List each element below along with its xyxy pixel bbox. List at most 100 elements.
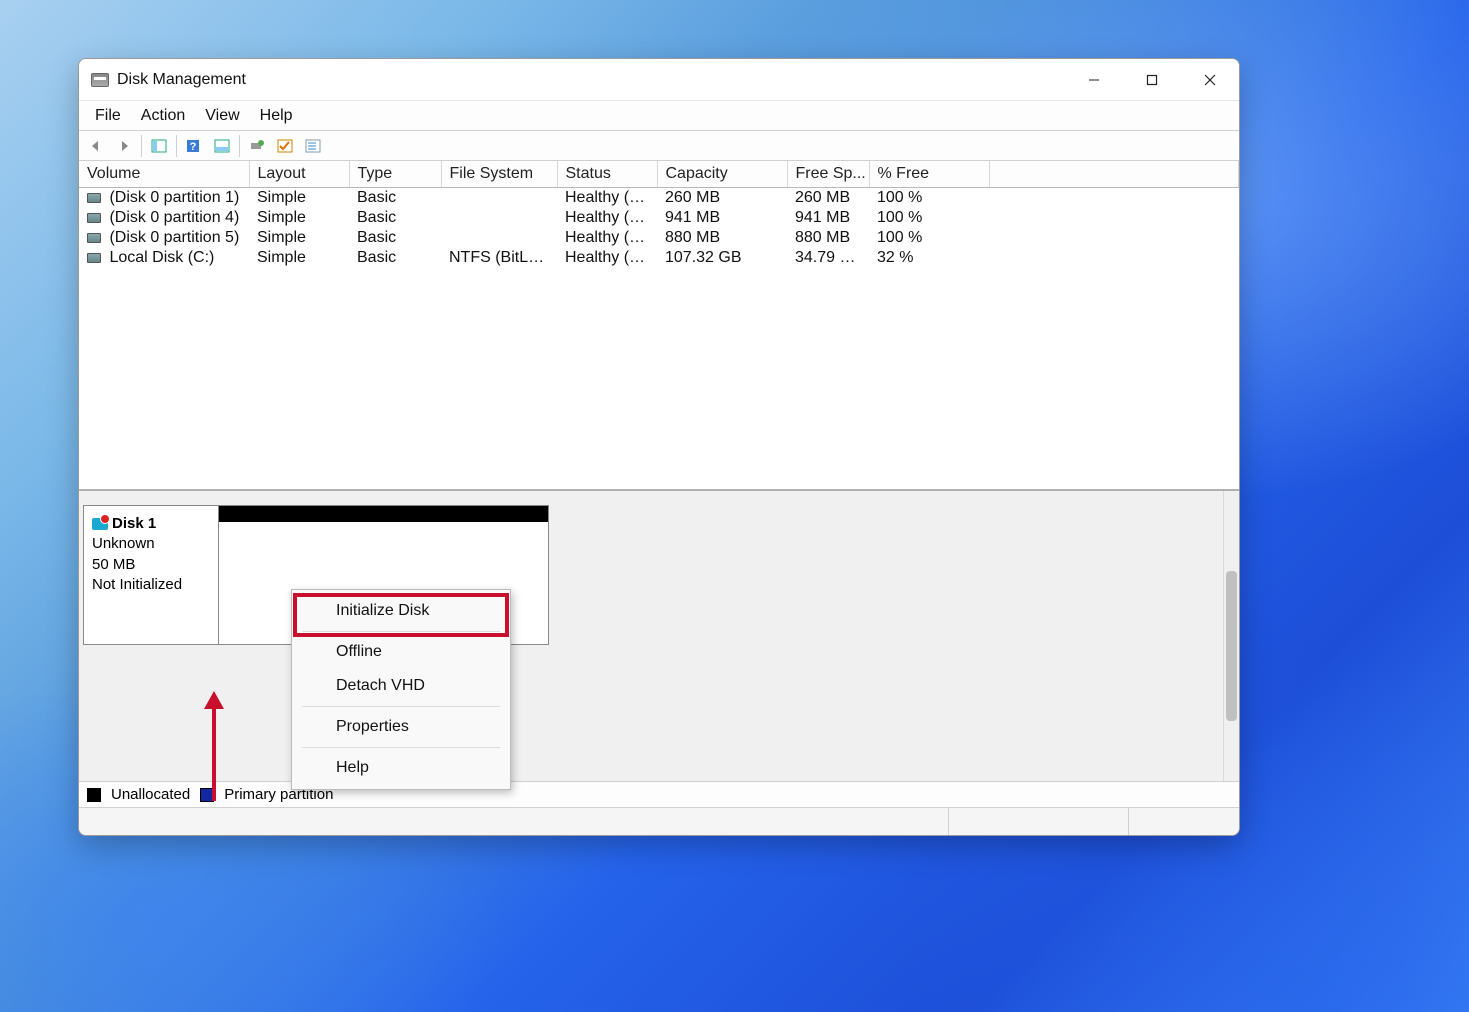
table-cell: Healthy (R... <box>557 208 657 228</box>
statusbar-cell <box>79 808 949 835</box>
table-cell: 880 MB <box>787 228 869 248</box>
menu-file[interactable]: File <box>85 103 131 129</box>
table-cell: NTFS (BitLo... <box>441 248 557 268</box>
table-row[interactable]: (Disk 0 partition 1)SimpleBasic Healthy (… <box>79 188 1239 209</box>
volume-list-pane[interactable]: VolumeLayoutTypeFile SystemStatusCapacit… <box>79 161 1239 491</box>
disk-management-window: Disk Management File Action View Help ? <box>78 58 1240 836</box>
forward-button[interactable] <box>111 134 137 158</box>
table-cell: 100 % <box>869 188 989 209</box>
table-cell: (Disk 0 partition 4) <box>79 208 249 228</box>
column-header[interactable]: Layout <box>249 161 349 188</box>
toolbar-separator <box>239 135 240 157</box>
legend-swatch-unallocated <box>87 788 101 802</box>
menubar: File Action View Help <box>79 101 1239 131</box>
menu-view[interactable]: View <box>195 103 249 129</box>
table-cell <box>989 248 1239 268</box>
statusbar-cell <box>949 808 1129 835</box>
context-menu-item-initialize-disk[interactable]: Initialize Disk <box>292 594 510 628</box>
column-header[interactable]: % Free <box>869 161 989 188</box>
disk-graphic-pane[interactable]: Disk 1 Unknown 50 MB Not Initialized <box>79 491 1239 781</box>
table-cell: Simple <box>249 208 349 228</box>
disk-status: Unknown <box>92 534 210 554</box>
context-menu-separator <box>302 706 500 707</box>
disk-error-icon <box>92 518 108 530</box>
menu-action[interactable]: Action <box>131 103 195 129</box>
scrollbar-thumb[interactable] <box>1226 571 1237 721</box>
table-row[interactable]: (Disk 0 partition 5)SimpleBasic Healthy (… <box>79 228 1239 248</box>
close-button[interactable] <box>1181 59 1239 101</box>
statusbar <box>79 807 1239 835</box>
column-header[interactable]: Volume <box>79 161 249 188</box>
maximize-button[interactable] <box>1123 59 1181 101</box>
column-header[interactable]: Capacity <box>657 161 787 188</box>
disk-init-state: Not Initialized <box>92 575 210 595</box>
table-cell: Simple <box>249 248 349 268</box>
disk-label-box[interactable]: Disk 1 Unknown 50 MB Not Initialized <box>83 505 219 645</box>
table-cell: Healthy (E... <box>557 188 657 209</box>
context-menu-item-detach-vhd[interactable]: Detach VHD <box>292 669 510 703</box>
table-cell: Basic <box>349 208 441 228</box>
table-cell: Simple <box>249 188 349 209</box>
properties-check-button[interactable] <box>272 134 298 158</box>
table-cell: Simple <box>249 228 349 248</box>
context-menu-separator <box>302 747 500 748</box>
table-cell: 260 MB <box>657 188 787 209</box>
volume-icon <box>87 253 101 263</box>
table-cell <box>441 188 557 209</box>
refresh-button[interactable] <box>244 134 270 158</box>
show-hide-tree-button[interactable] <box>146 134 172 158</box>
window-title: Disk Management <box>117 71 246 89</box>
column-header[interactable]: Type <box>349 161 441 188</box>
table-cell: 941 MB <box>787 208 869 228</box>
column-header[interactable]: Status <box>557 161 657 188</box>
table-row[interactable]: Local Disk (C:)SimpleBasicNTFS (BitLo...… <box>79 248 1239 268</box>
table-cell: Basic <box>349 188 441 209</box>
context-menu-separator <box>302 631 500 632</box>
back-button[interactable] <box>83 134 109 158</box>
context-menu-item-offline[interactable]: Offline <box>292 635 510 669</box>
minimize-button[interactable] <box>1065 59 1123 101</box>
table-body[interactable]: (Disk 0 partition 1)SimpleBasicHealthy (… <box>79 188 1239 269</box>
table-cell: Local Disk (C:) <box>79 248 249 268</box>
context-menu-item-properties[interactable]: Properties <box>292 710 510 744</box>
table-cell: (Disk 0 partition 5) <box>79 228 249 248</box>
statusbar-cell <box>1129 808 1239 835</box>
titlebar: Disk Management <box>79 59 1239 101</box>
disk-context-menu[interactable]: Initialize Disk OfflineDetach VHD Properti… <box>291 589 511 790</box>
legend: Unallocated Primary partition <box>79 781 1239 807</box>
settings-button[interactable] <box>300 134 326 158</box>
table-cell <box>441 228 557 248</box>
table-cell: (Disk 0 partition 1) <box>79 188 249 209</box>
table-cell: Healthy (R... <box>557 228 657 248</box>
legend-swatch-primary <box>200 788 214 802</box>
window-controls <box>1065 59 1239 101</box>
toolbar-separator <box>141 135 142 157</box>
table-cell: 100 % <box>869 208 989 228</box>
table-cell <box>989 208 1239 228</box>
table-cell: 107.32 GB <box>657 248 787 268</box>
table-cell: Healthy (B... <box>557 248 657 268</box>
show-hide-bottom-button[interactable] <box>209 134 235 158</box>
table-row[interactable]: (Disk 0 partition 4)SimpleBasic Healthy (… <box>79 208 1239 228</box>
table-cell: 100 % <box>869 228 989 248</box>
column-header-filler <box>989 161 1239 188</box>
volume-icon <box>87 193 101 203</box>
volume-icon <box>87 213 101 223</box>
table-cell: 880 MB <box>657 228 787 248</box>
table-header-row[interactable]: VolumeLayoutTypeFile SystemStatusCapacit… <box>79 161 1239 188</box>
app-icon <box>91 73 109 87</box>
table-cell <box>989 228 1239 248</box>
menu-help[interactable]: Help <box>250 103 303 129</box>
table-cell: Basic <box>349 228 441 248</box>
graphic-pane-scrollbar[interactable] <box>1223 491 1239 781</box>
column-header[interactable]: File System <box>441 161 557 188</box>
column-header[interactable]: Free Sp... <box>787 161 869 188</box>
volume-table[interactable]: VolumeLayoutTypeFile SystemStatusCapacit… <box>79 161 1239 268</box>
context-menu-item-help[interactable]: Help <box>292 751 510 785</box>
svg-text:?: ? <box>190 141 197 153</box>
region-stripe <box>219 506 548 522</box>
disk-entry[interactable]: Disk 1 Unknown 50 MB Not Initialized <box>83 505 1213 645</box>
volume-icon <box>87 233 101 243</box>
table-cell: 32 % <box>869 248 989 268</box>
help-toolbar-button[interactable]: ? <box>181 134 207 158</box>
